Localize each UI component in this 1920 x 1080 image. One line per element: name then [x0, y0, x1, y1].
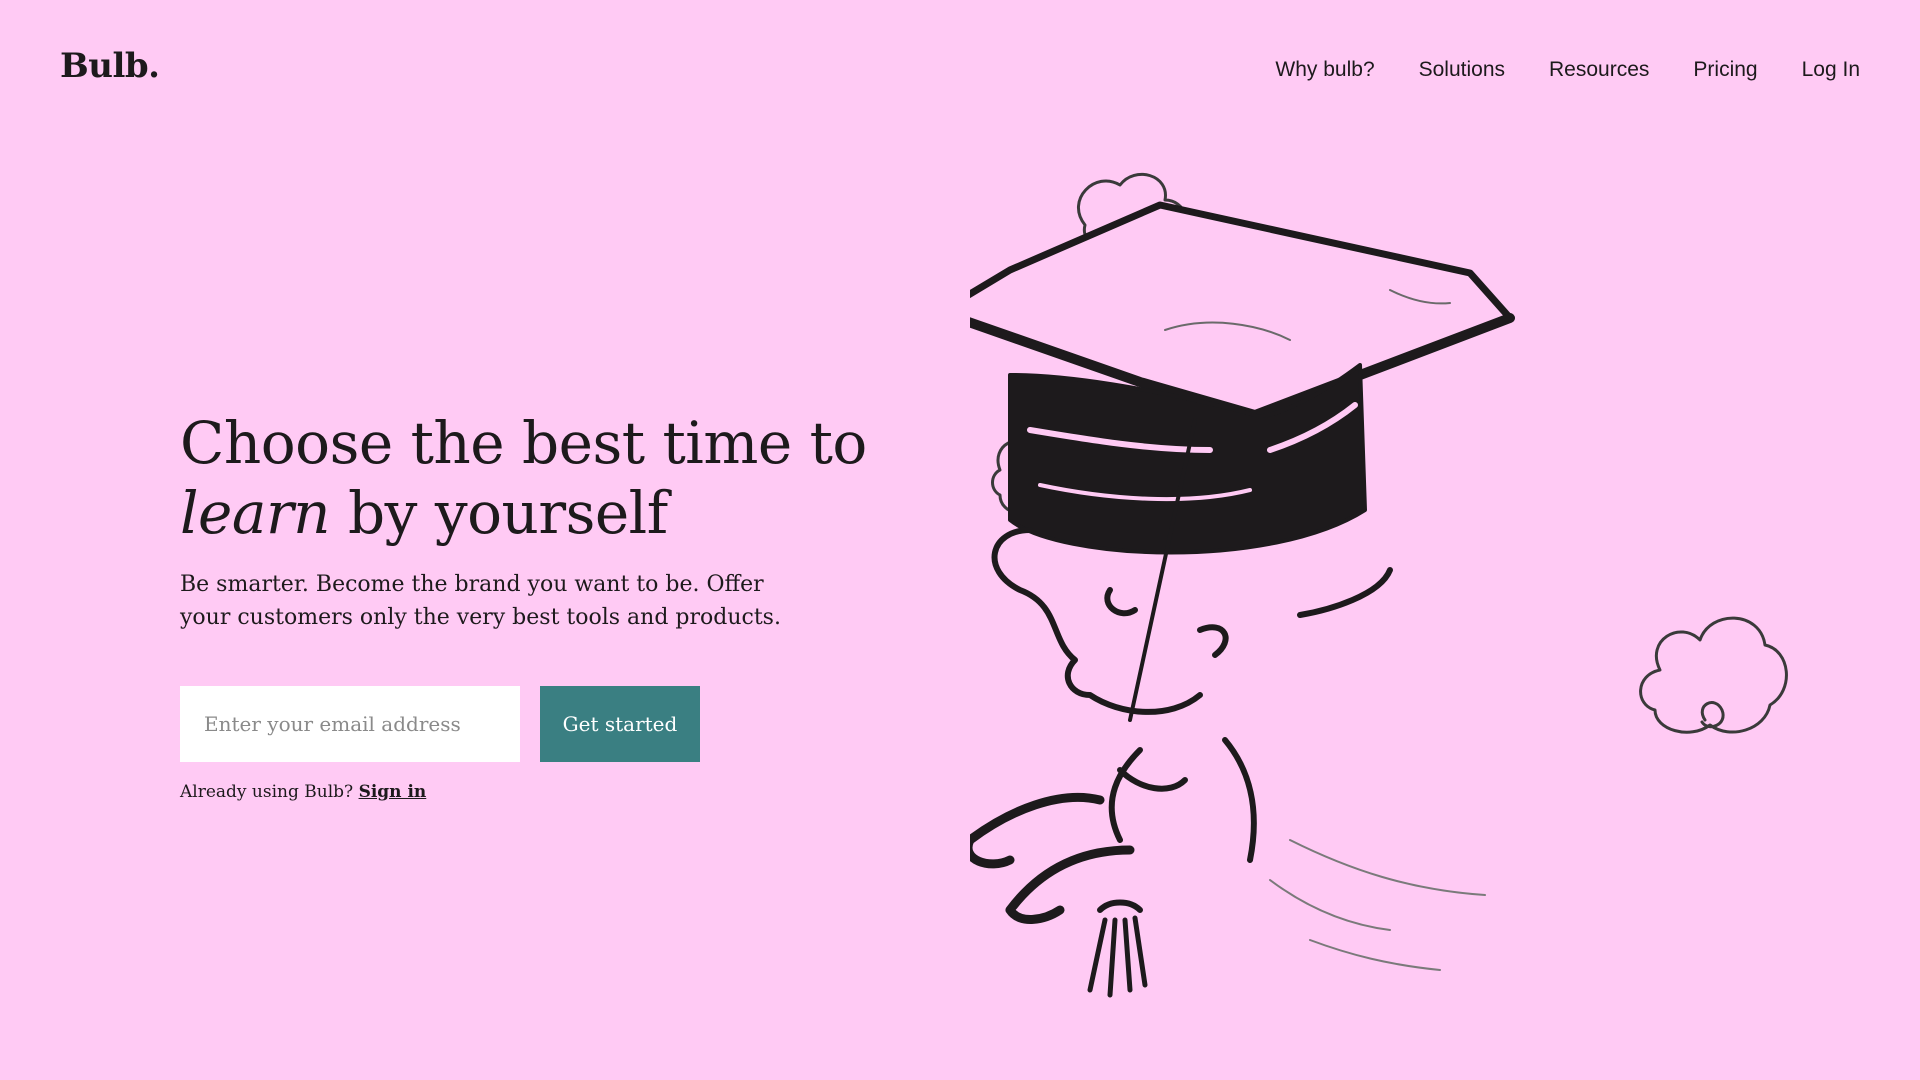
get-started-button[interactable]: Get started — [540, 686, 700, 762]
headline-line-1: Choose the best time to — [180, 409, 867, 477]
brand-logo[interactable]: Bulb. — [60, 46, 160, 86]
headline-line-2: by yourself — [330, 479, 668, 547]
nav-item-why-bulb[interactable]: Why bulb? — [1275, 58, 1374, 82]
nav-item-log-in[interactable]: Log In — [1802, 58, 1860, 82]
nav-item-pricing[interactable]: Pricing — [1693, 58, 1757, 82]
hero-subtext: Be smarter. Become the brand you want to… — [180, 572, 781, 630]
hero-headline: Choose the best time to learn by yoursel… — [180, 408, 900, 548]
cloud-doodle-icon — [1639, 616, 1788, 734]
wind-lines — [1269, 839, 1486, 971]
mortarboard-hat-icon — [970, 201, 1515, 555]
nav-item-resources[interactable]: Resources — [1549, 58, 1649, 82]
email-input[interactable] — [180, 686, 520, 762]
graduate-figure-icon — [970, 527, 1393, 998]
sign-in-link[interactable]: Sign in — [359, 782, 427, 802]
signin-prompt: Already using Bulb? — [180, 782, 359, 802]
signin-line: Already using Bulb? Sign in — [180, 782, 900, 802]
top-nav: Why bulb? Solutions Resources Pricing Lo… — [1231, 58, 1860, 82]
graduate-hat-illustration — [970, 172, 1788, 998]
headline-emphasis: learn — [180, 479, 331, 547]
signup-form: Get started — [180, 686, 900, 762]
hero-section: Choose the best time to learn by yoursel… — [180, 408, 900, 802]
nav-item-solutions[interactable]: Solutions — [1419, 58, 1505, 82]
